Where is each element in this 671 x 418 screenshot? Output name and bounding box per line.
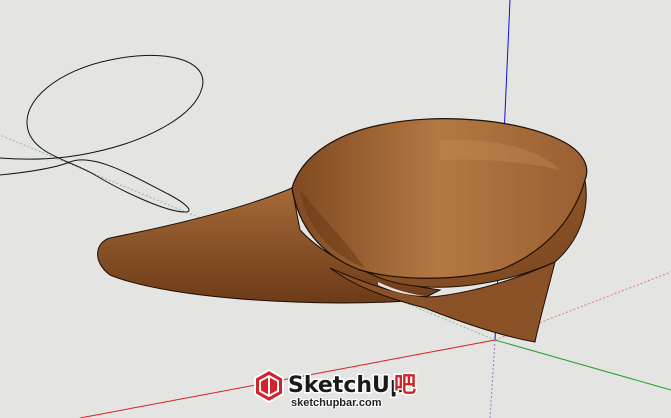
watermark-brand-suffix: 吧 bbox=[394, 373, 416, 398]
watermark-brand: SketchUp bbox=[288, 373, 406, 398]
blue-axis-down bbox=[489, 339, 496, 418]
green-axis-right bbox=[494, 339, 671, 391]
watermark: SketchUp 吧 sketchupbar.com bbox=[254, 368, 418, 410]
sketch-curve[interactable] bbox=[0, 54, 204, 213]
watermark-url: sketchupbar.com bbox=[291, 397, 382, 409]
wooden-model[interactable] bbox=[97, 118, 588, 343]
viewport-canvas[interactable]: SketchUp 吧 sketchupbar.com bbox=[0, 0, 671, 418]
watermark-logo-icon bbox=[254, 368, 284, 404]
modeling-viewport[interactable]: SketchUp 吧 sketchupbar.com bbox=[0, 0, 671, 418]
